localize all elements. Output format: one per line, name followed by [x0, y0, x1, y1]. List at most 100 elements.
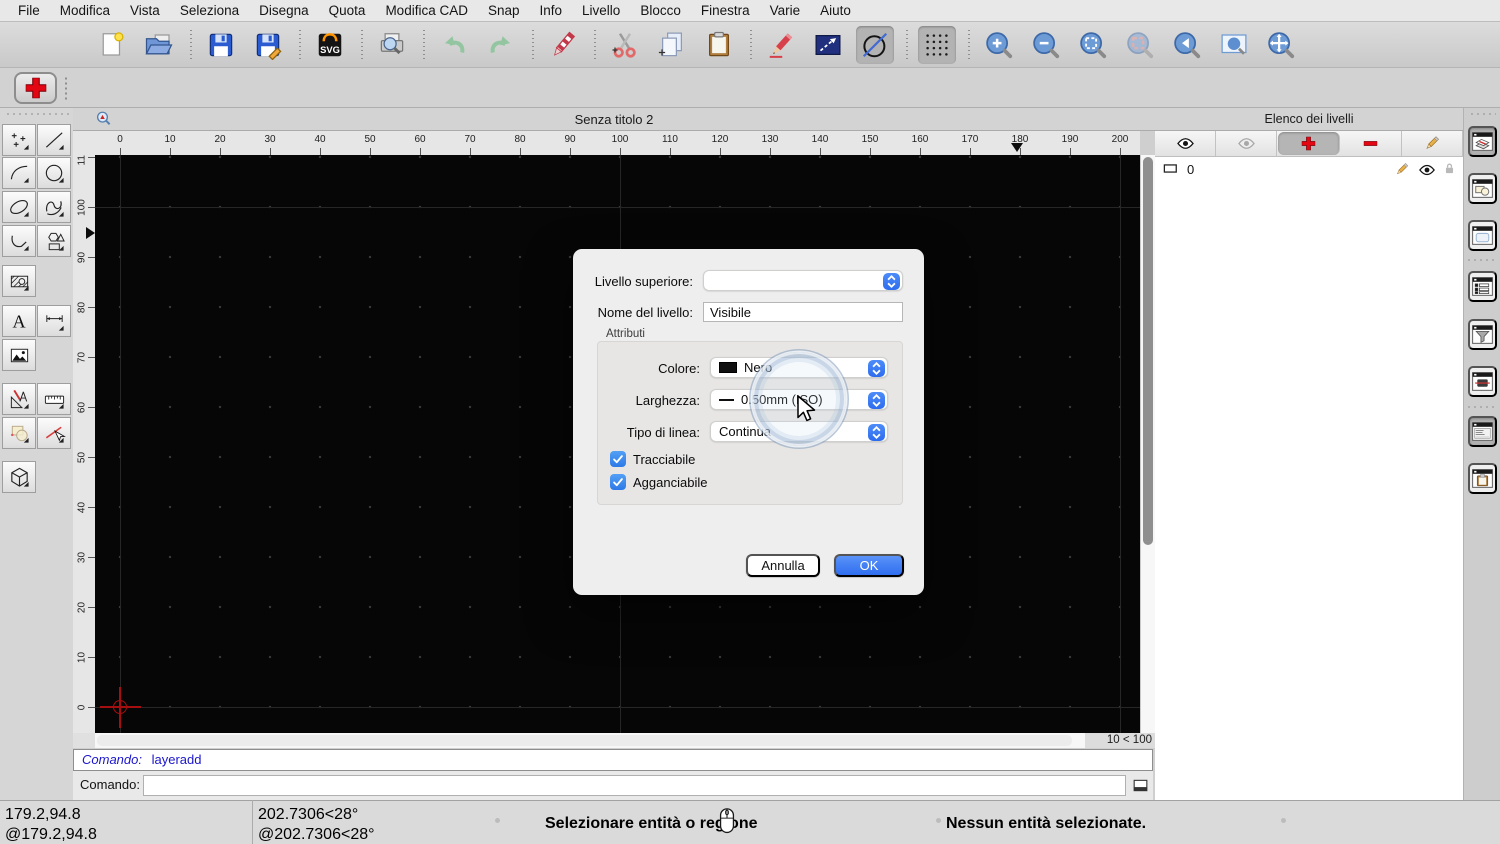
p-shapes-icon [47, 232, 65, 251]
layer-edit-pencil-icon[interactable] [1393, 161, 1410, 183]
p-hatch-icon [10, 275, 29, 291]
layer-swatch-icon [1162, 159, 1181, 181]
plottable-checkbox[interactable] [610, 451, 626, 467]
toolbar-delete-entities-button[interactable] [544, 26, 582, 64]
toolbar-zoom-auto-button[interactable] [1074, 26, 1112, 64]
horizontal-scrollbar-thumb[interactable] [97, 735, 1072, 746]
toolbar-redo-button[interactable] [482, 26, 520, 64]
toolbar-paste-button[interactable] [700, 26, 738, 64]
parent-layer-select[interactable] [703, 270, 903, 291]
crosshair-plus-button[interactable] [14, 72, 57, 104]
ok-button[interactable]: OK [834, 554, 904, 577]
palette-image-button[interactable] [2, 339, 36, 371]
palette-ellipse-button[interactable] [2, 191, 36, 223]
toolbar-circle-modify-button[interactable] [856, 25, 894, 64]
lineweight-select[interactable]: 0.50mm (ISO) [710, 389, 888, 410]
dock-layer-list-button[interactable] [1468, 126, 1497, 157]
vertical-scrollbar[interactable] [1140, 155, 1155, 733]
layer-toolbar-hide-inactive-layers-button[interactable] [1216, 131, 1278, 156]
layer-toolbar-edit-layer-button[interactable] [1402, 131, 1464, 156]
toolbar-cut-button[interactable] [606, 26, 644, 64]
menu-modifica[interactable]: Modifica [50, 3, 120, 18]
palette-solid-button[interactable] [2, 461, 36, 493]
toolbar-zoom-previous-button[interactable] [1168, 26, 1206, 64]
mouse-icon [717, 804, 737, 843]
menu-seleziona[interactable]: Seleziona [170, 3, 249, 18]
toolbar-open-folder-button[interactable] [140, 26, 178, 64]
toolbar-grid-toggle-button[interactable] [918, 25, 956, 64]
palette-points-button[interactable] [2, 124, 36, 156]
menu-quota[interactable]: Quota [319, 3, 376, 18]
toolbar-zoom-selection-button[interactable] [1121, 26, 1159, 64]
toolbar-zoom-window-button[interactable] [1215, 26, 1253, 64]
toolbar-save-button[interactable] [202, 26, 240, 64]
ruler-tick-label: 150 [861, 134, 879, 145]
palette-arc-button[interactable] [2, 157, 36, 189]
menu-varie[interactable]: Varie [760, 3, 811, 18]
palette-measure-button[interactable] [37, 383, 71, 415]
horizontal-scrollbar[interactable] [95, 733, 1085, 748]
color-select[interactable]: Nero [710, 357, 888, 378]
menu-info[interactable]: Info [530, 3, 573, 18]
dock-block-list-button[interactable] [1468, 173, 1497, 204]
menu-finestra[interactable]: Finestra [691, 3, 760, 18]
palette-line-button[interactable] [37, 124, 71, 156]
command-panel-toggle-icon[interactable] [1131, 776, 1150, 800]
linetype-select[interactable]: Continua [710, 421, 888, 442]
toolbar-zoom-in-button[interactable] [980, 26, 1018, 64]
menu-vista[interactable]: Vista [120, 3, 170, 18]
menu-aiuto[interactable]: Aiuto [810, 3, 861, 18]
menu-modifica-cad[interactable]: Modifica CAD [375, 3, 478, 18]
menu-livello[interactable]: Livello [572, 3, 630, 18]
dock-command-line-button[interactable] [1468, 416, 1497, 447]
palette-shapes-button[interactable] [37, 225, 71, 257]
layer-toolbar-show-all-layers-button[interactable] [1155, 131, 1217, 156]
status-selection: Nessun entità selezionate. [946, 815, 1147, 832]
toolbar-separator [968, 29, 970, 60]
palette-spline-button[interactable] [37, 191, 71, 223]
layer-lock-icon[interactable] [1441, 160, 1458, 182]
layer-toolbar-remove-layer-button[interactable] [1341, 131, 1402, 156]
layer-row[interactable]: 0 [1155, 159, 1463, 180]
palette-dimension-button[interactable] [37, 305, 71, 337]
dock-clipboard-button[interactable] [1468, 463, 1497, 494]
dock-selection-filter-button[interactable] [1468, 319, 1497, 350]
toolbar-separator [190, 29, 192, 60]
palette-circle-button[interactable] [37, 157, 71, 189]
vertical-scrollbar-thumb[interactable] [1143, 157, 1153, 545]
p-circle-icon [45, 164, 64, 183]
palette-text-button[interactable]: A [2, 305, 36, 337]
toolbar-svg-export-button[interactable]: SVG [311, 26, 349, 64]
palette-select-button[interactable] [37, 417, 71, 449]
layer-list[interactable] [1155, 157, 1463, 800]
toolbar-print-preview-button[interactable] [373, 26, 411, 64]
dock-library-browser-button[interactable] [1468, 366, 1497, 397]
toolbar-polyline-mode-button[interactable] [809, 26, 847, 64]
dock-property-editor-button[interactable] [1468, 271, 1497, 302]
drawing-window-titlebar[interactable]: Senza titolo 2 [73, 108, 1155, 131]
menu-file[interactable]: File [8, 3, 50, 18]
toolbar-zoom-out-button[interactable] [1027, 26, 1065, 64]
toolbar-draw-pencil-button[interactable] [762, 26, 800, 64]
toolbar-save-as-button[interactable] [249, 26, 287, 64]
toolbar-zoom-pan-button[interactable] [1262, 26, 1300, 64]
toolbar-copy-button[interactable] [653, 26, 691, 64]
toolbar-undo-button[interactable] [435, 26, 473, 64]
snappable-checkbox[interactable] [610, 474, 626, 490]
menu-disegna[interactable]: Disegna [249, 3, 319, 18]
dock-view-list-button[interactable] [1468, 220, 1497, 251]
layer-name-input[interactable]: Visibile [703, 302, 903, 322]
palette-hatch-button[interactable] [2, 265, 36, 297]
layer-visible-eye-icon[interactable] [1418, 161, 1436, 184]
cancel-button[interactable]: Annulla [746, 554, 820, 577]
ruler-tick-label: 30 [264, 134, 276, 145]
toolbar-separator [299, 29, 301, 60]
palette-boolean-button[interactable] [2, 417, 36, 449]
menu-snap[interactable]: Snap [478, 3, 530, 18]
command-input[interactable] [143, 775, 1126, 796]
layer-toolbar-add-layer-button[interactable] [1278, 132, 1340, 155]
palette-modify-button[interactable] [2, 383, 36, 415]
toolbar-new-file-button[interactable] [93, 26, 131, 64]
palette-polyline-button[interactable] [2, 225, 36, 257]
menu-blocco[interactable]: Blocco [630, 3, 691, 18]
